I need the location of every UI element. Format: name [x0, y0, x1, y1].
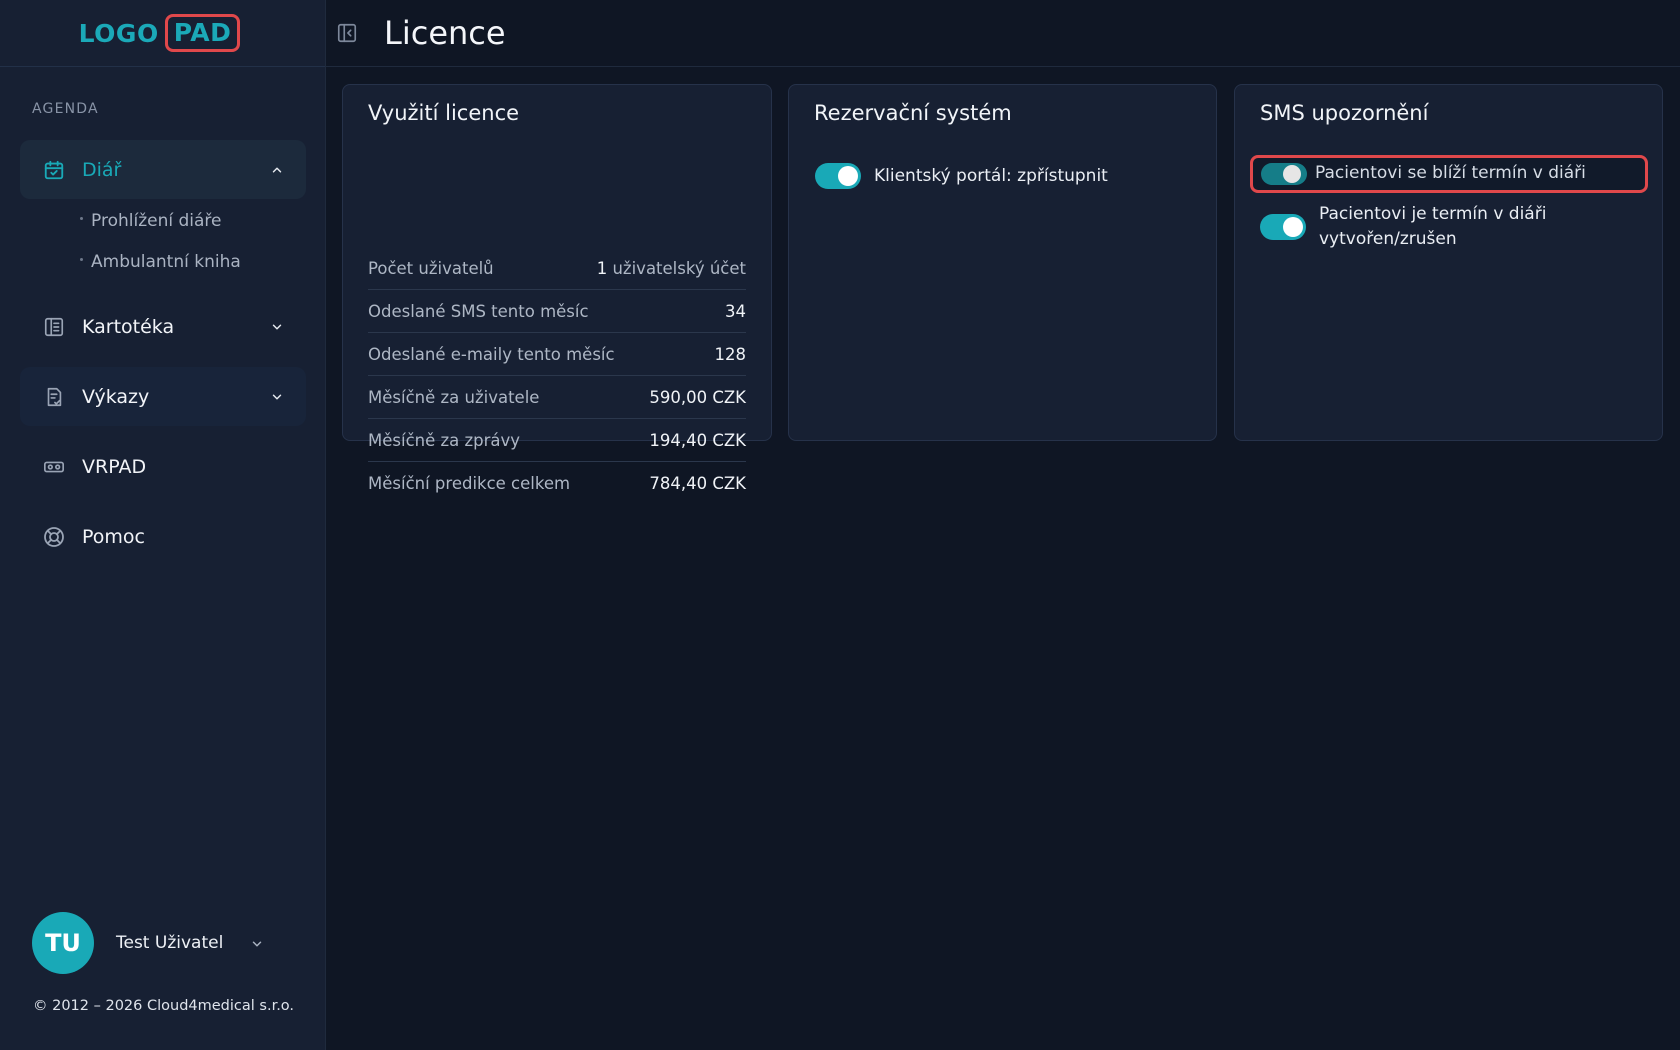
vr-headset-icon	[42, 455, 66, 479]
license-row: Měsíčně za uživatele 590,00 CZK	[368, 376, 746, 419]
sublink-label: Prohlížení diáře	[91, 211, 222, 231]
card-title: Využití licence	[368, 101, 520, 125]
sidebar-collapse-icon[interactable]	[336, 22, 358, 44]
row-value: 34	[725, 301, 746, 321]
sms-reminder-toggle[interactable]	[1261, 163, 1307, 185]
sidebar-item-diar[interactable]: Diář	[20, 140, 306, 199]
avatar: TU	[32, 912, 94, 974]
toggle-label-line-1: Pacientovi je termín v diáři	[1319, 204, 1547, 224]
sidebar-item-label: Diář	[82, 158, 122, 181]
license-row: Odeslané e-maily tento měsíc 128	[368, 333, 746, 376]
row-label: Měsíčně za zprávy	[368, 430, 521, 450]
row-label: Odeslané e-maily tento měsíc	[368, 344, 615, 364]
client-portal-toggle[interactable]	[815, 163, 861, 189]
sms-created-cancelled-toggle-row: Pacientovi je termín v diáři vytvořen/zr…	[1260, 202, 1546, 252]
bullet-dot	[80, 216, 83, 220]
sidebar-item-label: Pomoc	[82, 525, 145, 548]
license-row: Počet uživatelů 1 uživatelský účet	[368, 247, 746, 290]
sidebar-item-pomoc[interactable]: Pomoc	[20, 507, 306, 566]
card-title: Rezervační systém	[814, 101, 1012, 125]
user-name: Test Uživatel	[116, 933, 224, 953]
toggle-label-line-2: vytvořen/zrušen	[1319, 229, 1457, 249]
row-label: Měsíčně za uživatele	[368, 387, 540, 407]
user-count: 1	[596, 258, 608, 278]
logo[interactable]: LOGO PAD	[79, 14, 241, 52]
bullet-dot	[80, 257, 83, 261]
chevron-down-icon	[270, 320, 284, 334]
booking-system-card: Rezervační systém Klientský portál: zpří…	[788, 84, 1217, 441]
sidebar-item-label: Kartotéka	[82, 315, 175, 338]
sidebar-item-vykazy[interactable]: Výkazy	[20, 367, 306, 426]
page-title: Licence	[384, 14, 506, 52]
row-label: Odeslané SMS tento měsíc	[368, 301, 589, 321]
chevron-down-icon	[270, 390, 284, 404]
sidebar-item-vrpad[interactable]: VRPAD	[20, 437, 306, 496]
license-row: Odeslané SMS tento měsíc 34	[368, 290, 746, 333]
toggle-knob	[1283, 217, 1303, 237]
report-icon	[42, 385, 66, 409]
row-value: 194,40 CZK	[649, 430, 746, 450]
copyright: © 2012 – 2026 Cloud4medical s.r.o.	[33, 998, 295, 1014]
toggle-knob	[1283, 165, 1301, 183]
sublink-label: Ambulantní kniha	[91, 252, 241, 272]
logo-row: LOGO PAD	[0, 0, 325, 67]
sidebar-item-label: VRPAD	[82, 455, 147, 478]
section-label-agenda: AGENDA	[32, 101, 99, 117]
logo-part-2: PAD	[164, 14, 241, 52]
chevron-up-icon	[270, 163, 284, 177]
license-usage-card: Využití licence Počet uživatelů 1 uživat…	[342, 84, 772, 493]
chevron-down-icon	[250, 936, 264, 955]
client-portal-toggle-row: Klientský portál: zpřístupnit	[815, 163, 1108, 189]
row-label: Měsíční predikce celkem	[368, 474, 571, 493]
toggle-label: Klientský portál: zpřístupnit	[874, 165, 1108, 186]
page-header: Licence	[326, 0, 1680, 67]
sms-reminder-toggle-row[interactable]: Pacientovi se blíží termín v diáři	[1250, 155, 1648, 193]
sms-created-cancelled-toggle[interactable]	[1260, 214, 1306, 240]
user-menu[interactable]: TU Test Uživatel	[32, 912, 282, 974]
row-value: 590,00 CZK	[649, 387, 746, 407]
row-value: 128	[714, 344, 747, 364]
toggle-label: Pacientovi je termín v diáři vytvořen/zr…	[1319, 202, 1546, 252]
sidebar-sublink-prohlizeni[interactable]: Prohlížení diáře	[80, 211, 221, 231]
row-value: 1 uživatelský účet	[597, 259, 746, 278]
sidebar: LOGO PAD AGENDA Diář Prohlížení diáře Am…	[0, 0, 326, 1050]
lifebuoy-icon	[42, 525, 66, 549]
toggle-knob	[838, 166, 858, 186]
row-label: Počet uživatelů	[368, 258, 494, 278]
sidebar-item-kartoteka[interactable]: Kartotéka	[20, 297, 306, 356]
license-row: Měsíční predikce celkem 784,40 CZK	[368, 462, 746, 505]
sidebar-item-label: Výkazy	[82, 385, 150, 408]
license-row: Měsíčně za zprávy 194,40 CZK	[368, 419, 746, 462]
toggle-label: Pacientovi se blíží termín v diáři	[1315, 163, 1586, 183]
folder-book-icon	[42, 315, 66, 339]
calendar-check-icon	[42, 158, 66, 182]
sms-notification-card: SMS upozornění Pacientovi se blíží termí…	[1234, 84, 1663, 441]
logo-part-1: LOGO	[78, 18, 159, 48]
card-title: SMS upozornění	[1260, 101, 1429, 125]
sidebar-sublink-ambulantni-kniha[interactable]: Ambulantní kniha	[80, 252, 241, 272]
row-value: 784,40 CZK	[649, 474, 746, 493]
user-count-unit: uživatelský účet	[607, 258, 746, 278]
